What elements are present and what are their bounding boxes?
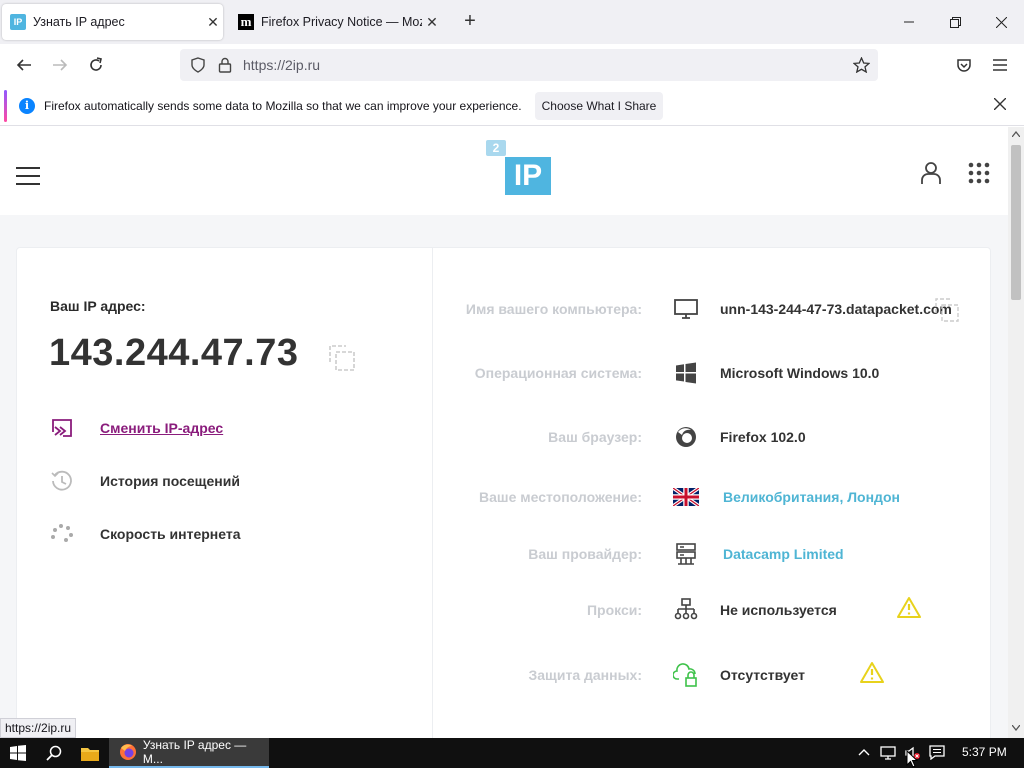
info-value: unn-143-244-47-73.datapacket.com: [720, 301, 952, 317]
choose-what-i-share-button[interactable]: Choose What I Share: [535, 92, 663, 120]
ip-info-card: Ваш IP адрес: 143.244.47.73 Сменить IP-а…: [16, 247, 991, 738]
status-url-tooltip: https://2ip.ru: [0, 718, 77, 738]
info-icon: i: [19, 98, 35, 114]
file-explorer-button[interactable]: [72, 738, 108, 768]
info-row-hostname: Имя вашего компьютера: unn-143-244-47-73…: [17, 295, 992, 325]
mouse-cursor-icon: [906, 750, 918, 768]
server-icon: [673, 542, 699, 566]
info-value: Firefox 102.0: [720, 429, 806, 445]
user-icon[interactable]: [920, 161, 942, 185]
network-tray-icon[interactable]: [880, 746, 898, 760]
shield-icon[interactable]: [190, 57, 206, 73]
scroll-down-icon[interactable]: [1012, 725, 1020, 731]
telemetry-notification-bar: i Firefox automatically sends some data …: [0, 86, 1024, 126]
url-bar[interactable]: https://2ip.ru: [180, 49, 878, 81]
info-row-os: Операционная система: Microsoft Windows …: [17, 359, 992, 389]
lock-icon[interactable]: [218, 57, 232, 73]
clock[interactable]: 5:37 PM: [962, 745, 1007, 759]
info-value[interactable]: Великобритания, Лондон: [723, 489, 900, 505]
back-arrow-icon: [16, 59, 31, 71]
close-tab-icon[interactable]: ✕: [422, 14, 442, 31]
info-value: Не используется: [720, 602, 837, 618]
tray-chevron-up-icon[interactable]: [858, 747, 870, 757]
scrollbar-thumb[interactable]: [1011, 145, 1021, 300]
close-icon: [993, 97, 1007, 111]
close-window-button[interactable]: [978, 0, 1024, 44]
info-label: Ваш провайдер:: [528, 546, 642, 562]
pocket-icon: [957, 59, 971, 72]
folder-icon: [81, 747, 99, 761]
windows-icon: [673, 361, 699, 385]
search-icon: [46, 745, 62, 761]
notifications-icon[interactable]: [929, 745, 945, 760]
app-menu-button[interactable]: [985, 50, 1015, 80]
site-header: 2 IP: [0, 127, 1008, 215]
new-tab-button[interactable]: +: [458, 10, 482, 34]
navigation-bar: https://2ip.ru: [0, 44, 1024, 86]
logo-small: 2: [486, 140, 506, 156]
tab-title: Узнать IP адрес: [33, 15, 125, 29]
warning-icon[interactable]: [860, 661, 884, 683]
search-button[interactable]: [36, 738, 72, 768]
firefox-app-icon: [120, 744, 136, 760]
monitor-icon: [673, 297, 699, 321]
restore-icon: [949, 16, 961, 28]
mozilla-favicon-icon: m: [238, 14, 254, 30]
2ip-favicon-icon: IP: [10, 14, 26, 30]
info-row-data-protection: Защита данных: Отсутствует: [17, 661, 992, 691]
forward-button[interactable]: [45, 50, 75, 80]
restore-button[interactable]: [932, 0, 978, 44]
start-button[interactable]: [0, 738, 36, 768]
minimize-icon: [904, 21, 914, 23]
scroll-up-icon[interactable]: [1012, 131, 1020, 137]
network-icon: [673, 598, 699, 622]
hamburger-menu-icon: [993, 59, 1007, 71]
windows-taskbar: Узнать IP адрес — M... 5:37 PM: [0, 738, 1024, 768]
info-label: Имя вашего компьютера:: [465, 301, 642, 317]
notification-text: Firefox automatically sends some data to…: [44, 99, 522, 113]
tab-2ip[interactable]: IP Узнать IP адрес ✕: [2, 4, 223, 40]
tab-bar: IP Узнать IP адрес ✕ m Firefox Privacy N…: [0, 0, 1024, 44]
info-label: Операционная система:: [474, 365, 642, 381]
info-row-proxy: Прокси: Не используется: [17, 596, 992, 626]
notification-close-button[interactable]: [988, 94, 1012, 118]
info-label: Защита данных:: [528, 667, 643, 683]
site-logo[interactable]: 2 IP: [486, 140, 552, 198]
info-row-provider: Ваш провайдер: Datacamp Limited: [17, 540, 992, 570]
page-scrollbar[interactable]: [1008, 127, 1024, 738]
reload-button[interactable]: [81, 50, 111, 80]
bookmark-star-icon[interactable]: [853, 57, 870, 73]
site-menu-icon[interactable]: [16, 167, 40, 185]
tab-mozilla-privacy[interactable]: m Firefox Privacy Notice — Mozilla ✕: [230, 4, 442, 40]
info-row-browser: Ваш браузер: Firefox 102.0: [17, 423, 992, 453]
info-value[interactable]: Datacamp Limited: [723, 546, 844, 562]
close-tab-icon[interactable]: ✕: [203, 14, 223, 31]
info-value: Microsoft Windows 10.0: [720, 365, 880, 381]
url-text: https://2ip.ru: [243, 57, 321, 73]
uk-flag-icon: [673, 485, 699, 509]
copy-hostname-icon[interactable]: [934, 297, 960, 323]
apps-grid-icon[interactable]: [968, 162, 990, 184]
reload-icon: [90, 57, 102, 71]
forward-arrow-icon: [53, 59, 68, 71]
warning-icon[interactable]: [897, 596, 921, 618]
taskbar-firefox-app[interactable]: Узнать IP адрес — M...: [109, 738, 269, 768]
info-label: Ваш браузер:: [548, 429, 642, 445]
taskbar-app-label: Узнать IP адрес — M...: [142, 738, 247, 766]
pocket-button[interactable]: [949, 50, 979, 80]
notification-accent-stripe: [4, 90, 7, 122]
tab-title: Firefox Privacy Notice — Mozilla: [261, 15, 422, 29]
cloud-lock-icon: [673, 663, 699, 687]
info-label: Ваше местоположение:: [479, 489, 642, 505]
windows-start-icon: [10, 745, 26, 761]
info-value: Отсутствует: [720, 667, 805, 683]
page-viewport: 2 IP Ваш IP адрес: 143.244.47.73 Сменить…: [0, 127, 1008, 738]
info-label: Прокси:: [586, 602, 642, 618]
firefox-icon: [673, 425, 699, 449]
info-row-location: Ваше местоположение: Великобритания, Лон…: [17, 483, 992, 513]
back-button[interactable]: [9, 50, 39, 80]
close-icon: [995, 16, 1007, 28]
minimize-button[interactable]: [886, 0, 932, 44]
logo-big: IP: [505, 157, 551, 195]
